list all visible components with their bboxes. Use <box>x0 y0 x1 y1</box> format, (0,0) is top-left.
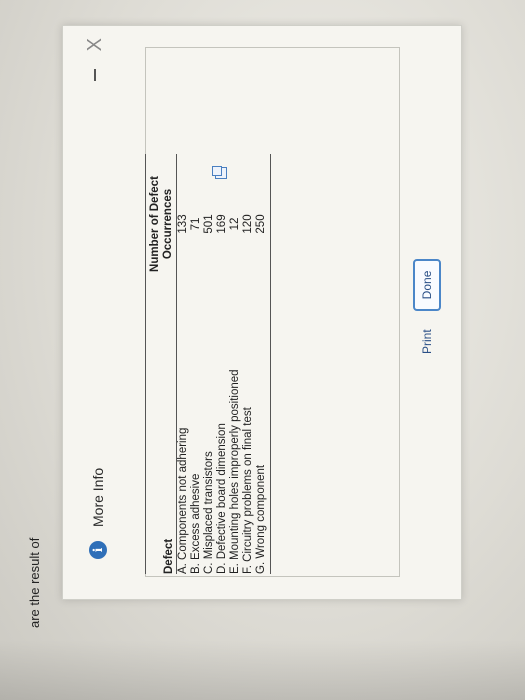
count-cell: 169 <box>216 214 228 234</box>
defect-cell: C. Misplaced transistors <box>203 451 215 574</box>
count-cell: 71 <box>190 217 202 231</box>
table-row: E. Mounting holes improperly positioned … <box>229 154 242 574</box>
window-controls: X <box>84 38 106 82</box>
print-button[interactable]: Print <box>415 319 439 364</box>
dialog-header: i More Info <box>88 468 108 559</box>
defect-cell: D. Defective board dimension <box>216 423 228 574</box>
table-bottom-rule <box>270 154 271 574</box>
count-cell: 133 <box>177 214 189 234</box>
more-info-dialog: i More Info X Defect Number of Defect Oc… <box>62 25 462 600</box>
done-button[interactable]: Done <box>413 258 441 312</box>
table-row: F. Circuitry problems on final test 120 <box>242 154 255 574</box>
screen-content: are the result of i More Info X Defect N… <box>24 25 524 678</box>
defect-cell: F. Circuitry problems on final test <box>242 407 254 574</box>
defect-cell: B. Excess adhesive <box>190 473 202 574</box>
defect-cell: A. Components not adhering <box>177 427 189 574</box>
table-header: Defect Number of Defect Occurrences <box>145 154 177 574</box>
close-icon[interactable]: X <box>84 38 106 51</box>
dialog-title: More Info <box>90 467 106 527</box>
photo-stage: are the result of i More Info X Defect N… <box>0 0 525 700</box>
table-row: B. Excess adhesive 71 <box>190 154 203 574</box>
table-row: G. Wrong component 250 <box>255 154 268 574</box>
count-cell: 250 <box>255 214 267 234</box>
defect-cell: G. Wrong component <box>255 464 267 574</box>
table-row: A. Components not adhering 133 <box>177 154 190 574</box>
table-row: C. Misplaced transistors 501 <box>203 154 216 574</box>
count-cell: 12 <box>229 217 241 231</box>
occurrences-column-header: Number of Defect Occurrences <box>149 154 175 294</box>
count-cell: 120 <box>242 214 254 234</box>
minimize-icon[interactable] <box>94 69 96 82</box>
photo-shadow <box>0 640 525 700</box>
count-cell: 501 <box>203 214 215 234</box>
defects-table: Defect Number of Defect Occurrences A. C… <box>145 154 271 574</box>
occurrences-header-line1: Number of Defect <box>149 176 161 272</box>
occurrences-header-line2: Occurrences <box>162 188 174 260</box>
defect-cell: E. Mounting holes improperly positioned <box>229 369 241 574</box>
dialog-buttons: Print Done <box>413 251 441 364</box>
defect-column-header: Defect <box>163 538 175 574</box>
backdrop-question-text: are the result of <box>27 537 42 628</box>
table-row: D. Defective board dimension 169 <box>216 154 229 574</box>
info-icon: i <box>89 541 107 559</box>
